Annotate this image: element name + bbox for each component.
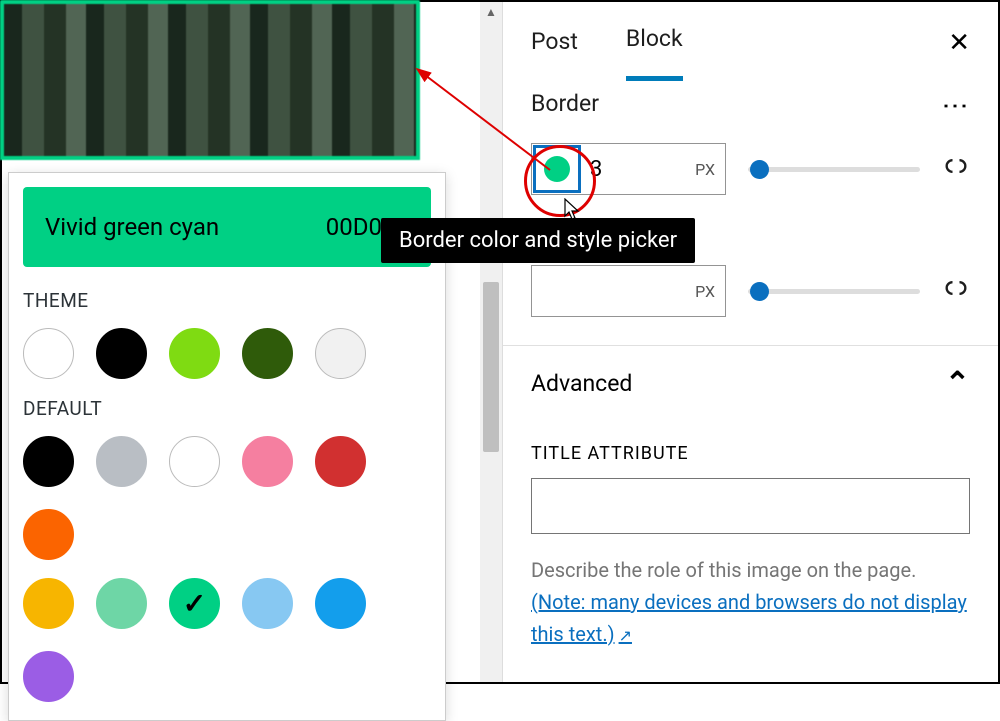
title-attribute-input[interactable] (531, 478, 970, 534)
external-link-icon: ↗ (619, 626, 632, 645)
title-attribute-label: TITLE ATTRIBUTE (531, 443, 970, 464)
swatch-default-8[interactable] (169, 578, 220, 629)
default-swatches-row2 (23, 578, 431, 702)
unit-label-2: PX (695, 282, 715, 301)
sidebar-tabs: Post Block ✕ (503, 2, 998, 80)
title-attribute-section: TITLE ATTRIBUTE Describe the role of thi… (503, 443, 998, 650)
border-width-value: 3 (590, 157, 695, 182)
editor-canvas: Vivid green cyan 00D084 THEME DEFAULT (2, 2, 480, 682)
swatch-default-0[interactable] (23, 436, 74, 487)
swatch-default-4[interactable] (315, 436, 366, 487)
unlink-radius-icon[interactable] (942, 274, 970, 309)
unit-label: PX (695, 160, 715, 179)
swatch-theme-0[interactable] (23, 328, 74, 379)
default-label: DEFAULT (23, 397, 431, 420)
slider-thumb-2[interactable] (750, 282, 769, 301)
border-width-row: 3 PX (531, 143, 970, 195)
slider-thumb[interactable] (750, 160, 769, 179)
more-options-icon[interactable]: ⋮ (940, 93, 970, 115)
title-attribute-desc: Describe the role of this image on the p… (531, 554, 970, 586)
slider-track-2 (748, 289, 920, 294)
advanced-panel-toggle[interactable]: Advanced ⌃ (503, 346, 998, 421)
vertical-scrollbar[interactable]: ▲ (480, 2, 502, 682)
border-width-input[interactable]: 3 PX (531, 143, 726, 195)
border-title: Border (531, 90, 599, 117)
current-color-display: Vivid green cyan 00D084 (23, 187, 431, 267)
border-color-chip (544, 156, 570, 182)
help-link-text: (Note: many devices and browsers do not … (531, 590, 967, 646)
tab-block[interactable]: Block (626, 2, 683, 81)
swatch-theme-2[interactable] (169, 328, 220, 379)
swatch-default-5[interactable] (23, 509, 74, 560)
close-icon[interactable]: ✕ (948, 28, 970, 58)
settings-sidebar: Post Block ✕ Border ⋮ 3 PX (502, 2, 998, 682)
border-radius-slider[interactable] (748, 286, 920, 296)
swatch-default-7[interactable] (96, 578, 147, 629)
swatch-default-9[interactable] (242, 578, 293, 629)
border-radius-input[interactable]: PX (531, 265, 726, 317)
border-color-button[interactable] (533, 145, 581, 193)
image-block[interactable] (0, 0, 420, 160)
slider-track (748, 167, 920, 172)
border-width-slider[interactable] (748, 164, 920, 174)
swatch-theme-3[interactable] (242, 328, 293, 379)
swatch-default-10[interactable] (315, 578, 366, 629)
border-panel: Border ⋮ 3 PX PX (503, 80, 998, 345)
swatch-theme-1[interactable] (96, 328, 147, 379)
border-radius-row: PX (531, 265, 970, 317)
scroll-up-icon[interactable]: ▲ (480, 2, 502, 22)
advanced-title: Advanced (531, 370, 632, 397)
chevron-up-icon: ⌃ (945, 366, 970, 401)
title-attribute-help-link[interactable]: (Note: many devices and browsers do not … (531, 590, 967, 646)
tab-post[interactable]: Post (531, 4, 578, 79)
current-color-name: Vivid green cyan (45, 213, 219, 241)
swatch-default-11[interactable] (23, 651, 74, 702)
scroll-thumb[interactable] (483, 282, 499, 452)
theme-swatches (23, 328, 431, 379)
swatch-default-2[interactable] (169, 436, 220, 487)
swatch-theme-4[interactable] (315, 328, 366, 379)
theme-label: THEME (23, 289, 431, 312)
tooltip: Border color and style picker (381, 218, 695, 263)
unlink-sides-icon[interactable] (942, 152, 970, 187)
swatch-default-1[interactable] (96, 436, 147, 487)
default-swatches-row1 (23, 436, 431, 560)
swatch-default-6[interactable] (23, 578, 74, 629)
swatch-default-3[interactable] (242, 436, 293, 487)
